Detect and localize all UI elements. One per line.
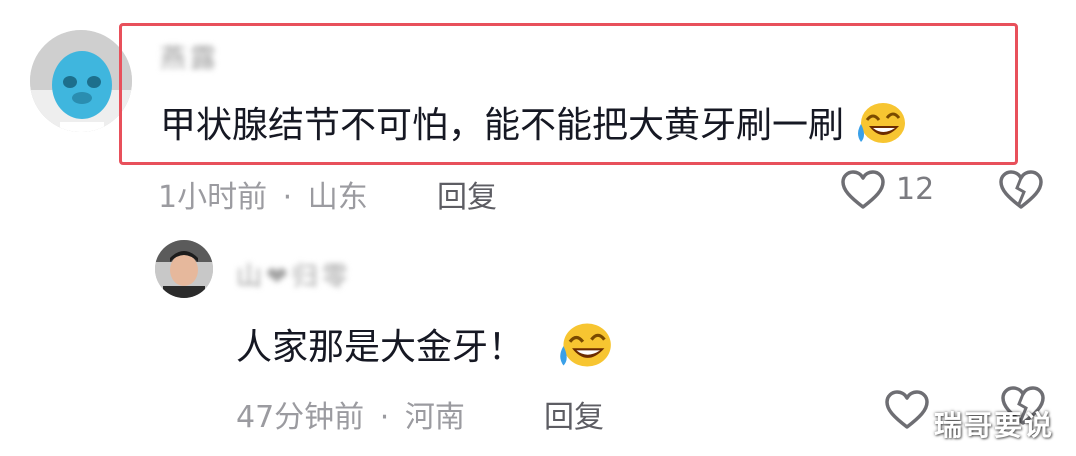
comment-location: 山东: [307, 180, 368, 215]
comment-username[interactable]: 燕露: [160, 38, 220, 75]
heart-icon: [841, 170, 885, 209]
comment-time: 1小时前: [158, 180, 268, 215]
comment-separator: ·: [282, 180, 293, 215]
laughing-tears-emoji: [557, 320, 613, 379]
reply-like-button[interactable]: [884, 390, 930, 434]
comment-text: 甲状腺结节不可怕，能不能把大黄牙刷一刷: [160, 96, 907, 155]
reply-location: 河南: [404, 400, 465, 435]
heart-icon: [885, 390, 929, 429]
watermark: 瑞哥要说: [934, 409, 1055, 442]
reply-separator: ·: [379, 400, 390, 435]
reply-text-content: 人家那是大金牙！: [236, 327, 525, 368]
avatar-image: [155, 240, 213, 298]
comment-dislike-button[interactable]: [998, 170, 1044, 214]
comment-reply-button[interactable]: 回复: [437, 172, 497, 216]
broken-heart-icon: [999, 170, 1043, 209]
laughing-tears-emoji: [855, 100, 907, 155]
reply-username[interactable]: 山❤归零: [236, 256, 352, 293]
reply-reply-button[interactable]: 回复: [544, 392, 604, 436]
reply-text: 人家那是大金牙！: [236, 318, 613, 379]
reply-meta: 47分钟前 · 河南: [236, 392, 465, 436]
comment-like-count: 12: [896, 172, 935, 207]
comment-text-content: 甲状腺结节不可怕，能不能把大黄牙刷一刷: [160, 105, 845, 146]
reply-avatar[interactable]: [155, 240, 213, 298]
comment-like-button[interactable]: [840, 170, 886, 214]
reply-time: 47分钟前: [236, 400, 365, 435]
comment-avatar[interactable]: [30, 30, 132, 132]
comment-meta: 1小时前 · 山东: [158, 172, 368, 216]
avatar-image: [30, 30, 132, 132]
